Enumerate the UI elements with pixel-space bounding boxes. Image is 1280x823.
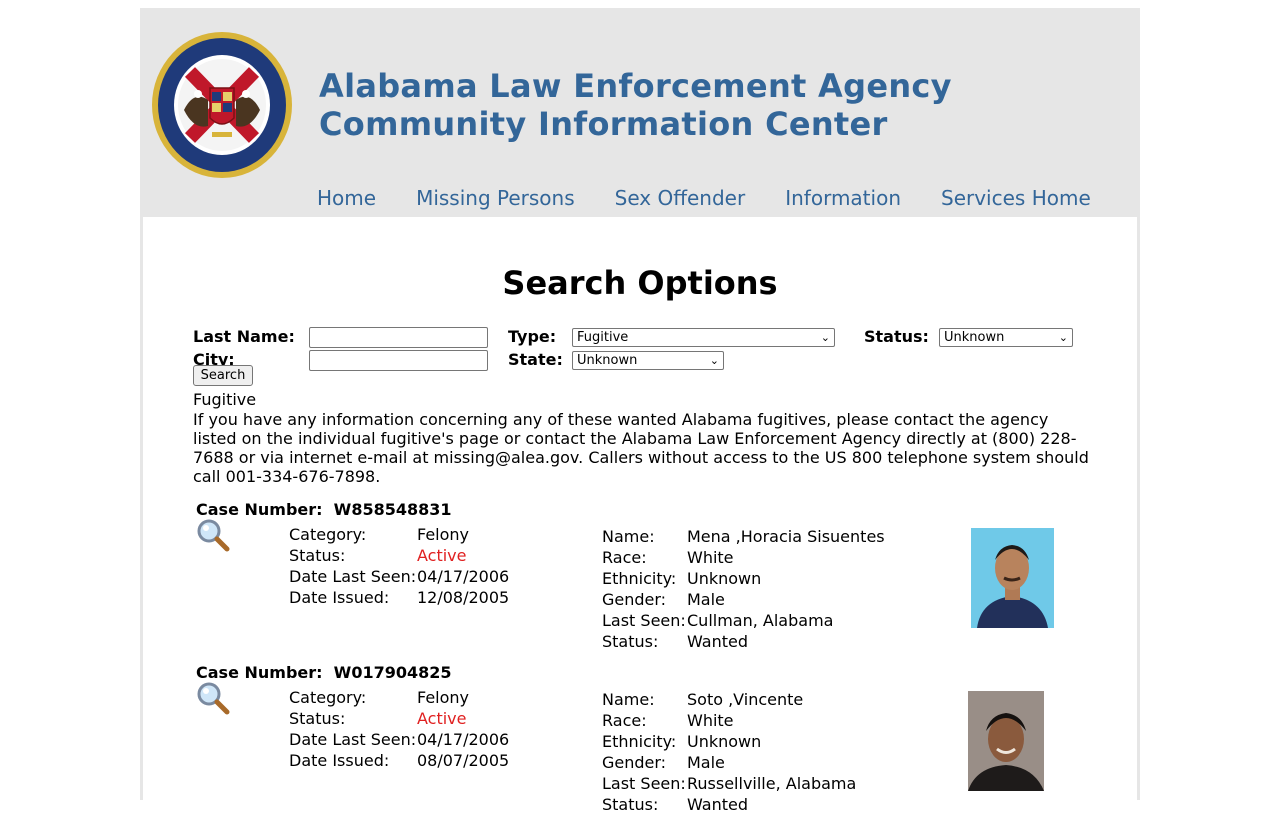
page-container: Alabama Law Enforcement Agency Community… [140, 8, 1140, 814]
chevron-down-icon: ⌄ [1058, 331, 1068, 344]
date-last-seen-label: Date Last Seen: [289, 567, 417, 586]
date-issued-value: 12/08/2005 [417, 588, 510, 607]
magnifier-icon[interactable] [196, 681, 230, 715]
nav-missing-persons[interactable]: Missing Persons [416, 186, 575, 210]
city-input[interactable] [309, 350, 488, 371]
person-status-label: Status: [602, 632, 659, 651]
fugitive-photo[interactable] [968, 691, 1044, 791]
magnifier-icon[interactable] [196, 518, 230, 552]
gender-value: Male [687, 590, 725, 609]
name-label: Name: [602, 690, 655, 709]
chevron-down-icon: ⌄ [820, 331, 830, 344]
case-number-heading: Case Number: W858548831 [196, 500, 452, 519]
race-label: Race: [602, 711, 647, 730]
site-title-line1: Alabama Law Enforcement Agency [319, 67, 952, 105]
case-number-heading: Case Number: W017904825 [196, 663, 452, 682]
name-value: Soto ,Vincente [687, 690, 804, 709]
race-value: White [687, 548, 734, 567]
gender-label: Gender: [602, 753, 667, 772]
last-seen-label: Last Seen: [602, 774, 686, 793]
state-label: State: [508, 350, 563, 369]
site-title: Alabama Law Enforcement Agency Community… [319, 67, 952, 143]
person-status-value: Wanted [687, 795, 749, 814]
last-seen-label: Last Seen: [602, 611, 686, 630]
page-title: Search Options [502, 264, 778, 302]
last-seen-value: Russellville, Alabama [687, 774, 857, 793]
nav-sex-offender[interactable]: Sex Offender [615, 186, 746, 210]
nav-home[interactable]: Home [317, 186, 376, 210]
date-issued-label: Date Issued: [289, 751, 390, 770]
status-select[interactable]: Unknown ⌄ [939, 328, 1073, 347]
date-last-seen-label: Date Last Seen: [289, 730, 417, 749]
section-title: Fugitive [193, 390, 257, 409]
person-status-value: Wanted [687, 632, 749, 651]
name-label: Name: [602, 527, 655, 546]
ethnicity-value: Unknown [687, 569, 762, 588]
fugitive-record: Case Number: W858548831 Category: Felony… [193, 500, 1093, 660]
type-label: Type: [508, 327, 557, 346]
fugitive-photo[interactable] [971, 528, 1054, 628]
race-value: White [687, 711, 734, 730]
status-label: Status: [864, 327, 929, 346]
status-value: Active [417, 709, 467, 728]
site-title-line2: Community Information Center [319, 105, 888, 143]
main-nav: Home Missing Persons Sex Offender Inform… [317, 186, 1131, 210]
category-label: Category: [289, 688, 367, 707]
date-issued-label: Date Issued: [289, 588, 390, 607]
alea-seal-logo [152, 32, 292, 178]
site-header: Alabama Law Enforcement Agency Community… [140, 8, 1140, 217]
state-select[interactable]: Unknown ⌄ [572, 351, 724, 370]
nav-services-home[interactable]: Services Home [941, 186, 1091, 210]
nav-information[interactable]: Information [785, 186, 901, 210]
date-issued-value: 08/07/2005 [417, 751, 510, 770]
ethnicity-label: Ethnicity: [602, 569, 677, 588]
info-paragraph: If you have any information concerning a… [193, 410, 1089, 486]
search-button[interactable]: Search [193, 365, 253, 386]
category-value: Felony [417, 525, 470, 544]
date-last-seen-value: 04/17/2006 [417, 567, 510, 586]
status-label: Status: [289, 546, 346, 565]
status-label: Status: [289, 709, 346, 728]
chevron-down-icon: ⌄ [709, 354, 719, 367]
last-seen-value: Cullman, Alabama [687, 611, 834, 630]
category-label: Category: [289, 525, 367, 544]
main-content: Search Options Last Name: City: Type: Fu… [143, 217, 1137, 814]
ethnicity-value: Unknown [687, 732, 762, 751]
person-status-label: Status: [602, 795, 659, 814]
fugitive-record: Case Number: W017904825 Category: Felony… [193, 663, 1093, 823]
category-value: Felony [417, 688, 470, 707]
race-label: Race: [602, 548, 647, 567]
name-value: Mena ,Horacia Sisuentes [687, 527, 885, 546]
ethnicity-label: Ethnicity: [602, 732, 677, 751]
status-value: Active [417, 546, 467, 565]
date-last-seen-value: 04/17/2006 [417, 730, 510, 749]
gender-label: Gender: [602, 590, 667, 609]
type-select[interactable]: Fugitive ⌄ [572, 328, 835, 347]
last-name-input[interactable] [309, 327, 488, 348]
gender-value: Male [687, 753, 725, 772]
case-number-value: W858548831 [333, 500, 452, 519]
last-name-label: Last Name: [193, 327, 295, 346]
case-number-value: W017904825 [333, 663, 452, 682]
